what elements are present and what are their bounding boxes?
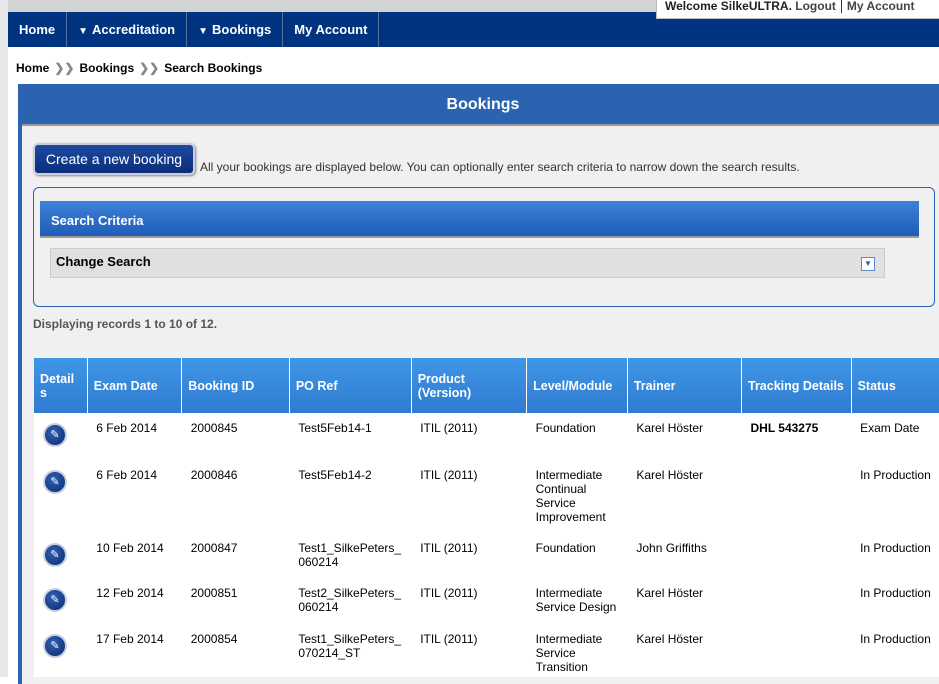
search-criteria-box: Search Criteria Change Search ▼ — [33, 187, 935, 307]
cell-date: 12 Feb 2014 — [96, 586, 164, 600]
edit-pencil-icon[interactable]: ✎ — [43, 588, 67, 612]
nav-label: Home — [19, 22, 56, 37]
cell-id: 2000851 — [190, 586, 238, 600]
cell-po: Test2_SilkePeters_ 060214 — [298, 586, 402, 614]
cell-product: ITIL (2011) — [420, 586, 478, 600]
logout-link[interactable]: Logout — [795, 0, 836, 13]
breadcrumb-bookings[interactable]: Bookings — [79, 61, 134, 75]
cell-id: 2000845 — [190, 421, 238, 435]
cell-tracking: DHL 543275 — [750, 421, 819, 435]
chevron-down-icon[interactable]: ▼ — [861, 257, 875, 271]
column-header[interactable]: Tracking Details — [741, 358, 852, 413]
cell-id: 2000846 — [190, 468, 238, 482]
column-header[interactable]: Trainer — [627, 358, 743, 413]
edit-pencil-icon[interactable]: ✎ — [43, 423, 67, 447]
welcome-text: Welcome SilkeULTRA. — [665, 0, 792, 13]
cell-id: 2000847 — [190, 541, 238, 555]
column-header[interactable]: Exam Date — [87, 358, 183, 413]
cell-level: Intermediate Continual Service Improveme… — [535, 468, 606, 524]
cell-trainer: Karel Höster — [636, 421, 704, 435]
nav-label: Bookings — [212, 22, 272, 37]
search-criteria-title: Search Criteria — [40, 201, 919, 238]
details-cell: ✎ — [34, 460, 87, 533]
column-header[interactable]: Booking ID — [181, 358, 290, 413]
cell-status: In Production — [860, 586, 931, 600]
cell-id: 2000854 — [190, 632, 238, 646]
change-search-label: Change Search — [56, 254, 151, 269]
column-header[interactable]: Product (Version) — [411, 358, 528, 413]
nav-item-home[interactable]: Home — [8, 12, 68, 47]
cell-status: In Production — [860, 632, 931, 646]
change-search-toggle[interactable]: Change Search ▼ — [50, 248, 885, 278]
details-cell: ✎ — [34, 533, 87, 578]
cell-tracking — [742, 578, 852, 624]
cell-tracking — [742, 460, 852, 533]
caret-down-icon: ▼ — [198, 26, 209, 37]
cell-level: Foundation — [535, 541, 596, 555]
welcome-box: Welcome SilkeULTRA. Logout My Account — [656, 0, 939, 19]
cell-tracking — [742, 533, 852, 578]
nav-item-bookings[interactable]: ▼ Bookings — [187, 12, 284, 47]
table-row: ✎ 6 Feb 2014 2000845 Test5Feb14-1 ITIL (2011… — [34, 413, 939, 460]
breadcrumb: Home ❯❯ Bookings ❯❯ Search Bookings — [16, 61, 262, 75]
cell-tracking — [742, 624, 852, 677]
cell-product: ITIL (2011) — [420, 632, 478, 646]
cell-product: ITIL (2011) — [420, 541, 478, 555]
caret-down-icon: ▼ — [78, 26, 89, 37]
nav-label: My Account — [294, 22, 368, 37]
divider — [840, 0, 842, 13]
cell-product: ITIL (2011) — [420, 468, 478, 482]
records-count: Displaying records 1 to 10 of 12. — [33, 317, 218, 331]
edit-pencil-icon[interactable]: ✎ — [43, 470, 67, 494]
details-cell: ✎ — [34, 624, 87, 677]
column-header[interactable]: Status — [851, 358, 939, 413]
table-row: ✎ 10 Feb 2014 2000847 Test1_SilkePeters_ 06… — [34, 533, 939, 578]
cell-trainer: Karel Höster — [636, 468, 704, 482]
nav-item-my-account[interactable]: My Account — [283, 12, 380, 47]
cell-date: 6 Feb 2014 — [96, 468, 157, 482]
edit-pencil-icon[interactable]: ✎ — [43, 634, 67, 658]
my-account-link[interactable]: My Account — [847, 0, 915, 13]
cell-po: Test1_SilkePeters_ 060214 — [298, 541, 402, 569]
left-edge — [0, 0, 8, 677]
details-cell: ✎ — [34, 578, 87, 624]
table-row: ✎ 17 Feb 2014 2000854 Test1_SilkePeters_ 07… — [34, 624, 939, 677]
breadcrumb-current: Search Bookings — [164, 61, 263, 75]
create-booking-button[interactable]: Create a new booking — [33, 143, 195, 175]
cell-po: Test5Feb14-1 — [298, 421, 372, 435]
column-header[interactable]: Detail s — [34, 358, 88, 413]
edit-pencil-icon[interactable]: ✎ — [43, 543, 67, 567]
cell-po: Test1_SilkePeters_ 070214_ST — [298, 632, 402, 660]
breadcrumb-home[interactable]: Home — [16, 61, 49, 75]
chevron-right-icon: ❯❯ — [139, 61, 160, 75]
intro-text: All your bookings are displayed below. Y… — [200, 160, 800, 174]
cell-trainer: Karel Höster — [636, 632, 704, 646]
column-header[interactable]: Level/Module — [526, 358, 628, 413]
details-cell: ✎ — [34, 413, 87, 460]
cell-date: 6 Feb 2014 — [96, 421, 157, 435]
cell-status: In Production — [860, 468, 931, 482]
cell-status: In Production — [860, 541, 931, 555]
panel-title: Bookings — [18, 84, 939, 126]
cell-product: ITIL (2011) — [420, 421, 478, 435]
table-row: ✎ 12 Feb 2014 2000851 Test2_SilkePeters_ 06… — [34, 578, 939, 624]
bookings-table: Detail s Exam Date Booking ID PO Ref Product… — [34, 358, 939, 677]
cell-date: 17 Feb 2014 — [96, 632, 164, 646]
cell-po: Test5Feb14-2 — [298, 468, 372, 482]
nav-item-accreditation[interactable]: ▼ Accreditation — [67, 12, 188, 47]
column-header[interactable]: PO Ref — [289, 358, 412, 413]
table-row: ✎ 6 Feb 2014 2000846 Test5Feb14-2 ITIL (2011… — [34, 460, 939, 533]
cell-date: 10 Feb 2014 — [96, 541, 164, 555]
cell-level: Foundation — [535, 421, 596, 435]
chevron-right-icon: ❯❯ — [54, 61, 75, 75]
cell-level: Intermediate Service Design — [535, 586, 617, 614]
cell-trainer: Karel Höster — [636, 586, 704, 600]
cell-trainer: John Griffiths — [636, 541, 707, 555]
cell-status: Exam Date — [860, 421, 920, 435]
nav-label: Accreditation — [92, 22, 176, 37]
cell-level: Intermediate Service Transition — [535, 632, 603, 674]
